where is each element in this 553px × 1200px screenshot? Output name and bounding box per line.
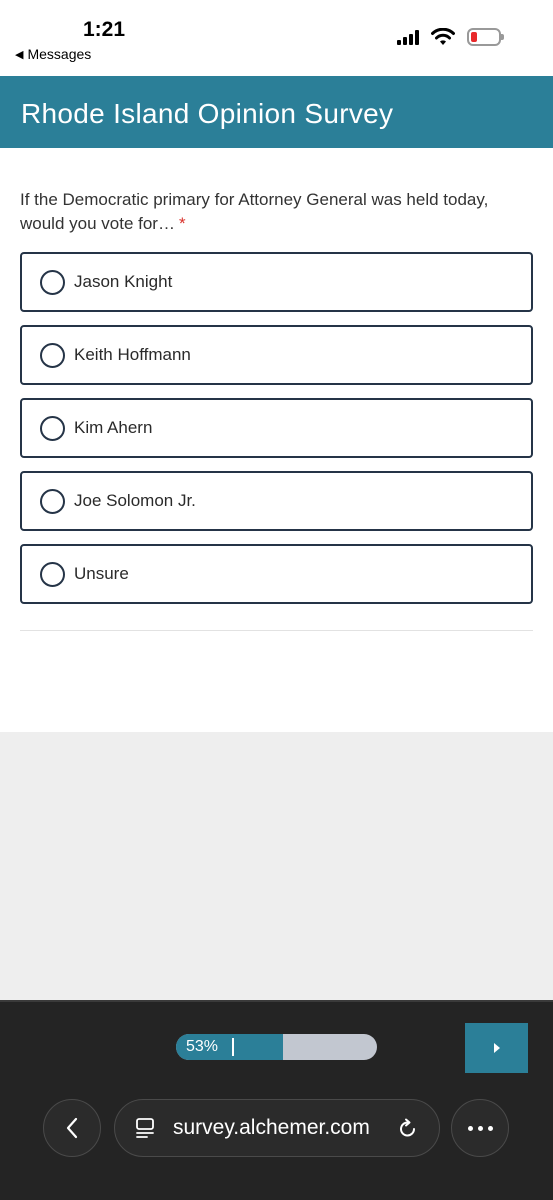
option-label: Unsure <box>74 564 129 583</box>
option-label: Jason Knight <box>74 272 173 291</box>
reload-icon[interactable] <box>397 1118 419 1140</box>
next-button[interactable] <box>465 1023 528 1073</box>
option-label: Keith Hoffmann <box>74 345 191 364</box>
cellular-signal-icon <box>397 29 419 45</box>
option-label: Joe Solomon Jr. <box>74 491 196 510</box>
chevron-left-icon <box>66 1117 78 1139</box>
progress-caret <box>232 1038 234 1056</box>
status-bar: 1:21 ◀ Messages <box>0 0 553 76</box>
next-arrow-icon <box>493 1043 500 1053</box>
question-panel: If the Democratic primary for Attorney G… <box>0 148 553 732</box>
back-to-messages[interactable]: ◀ Messages <box>15 46 91 62</box>
url-text: survey.alchemer.com <box>173 1116 370 1139</box>
browser-bottom-bar: 53% survey.alchemer.com <box>0 1000 553 1200</box>
progress-label: 53% <box>186 1038 219 1055</box>
option-joe-solomon-jr[interactable]: Joe Solomon Jr. <box>20 471 533 531</box>
radio-button[interactable] <box>40 269 65 295</box>
survey-header: Rhode Island Opinion Survey <box>0 76 553 148</box>
radio-button[interactable] <box>40 488 65 514</box>
battery-icon <box>467 28 504 46</box>
back-label: Messages <box>27 46 92 62</box>
option-keith-hoffmann[interactable]: Keith Hoffmann <box>20 325 533 385</box>
status-time: 1:21 <box>83 18 126 41</box>
question-text: If the Democratic primary for Attorney G… <box>20 188 532 236</box>
option-jason-knight[interactable]: Jason Knight <box>20 252 533 312</box>
option-kim-ahern[interactable]: Kim Ahern <box>20 398 533 458</box>
required-marker: * <box>178 214 186 233</box>
tabs-icon[interactable] <box>135 1117 155 1139</box>
radio-button[interactable] <box>40 342 65 368</box>
status-icons <box>397 28 504 46</box>
option-unsure[interactable]: Unsure <box>20 544 533 604</box>
wifi-icon <box>431 28 455 45</box>
answer-options: Jason Knight Keith Hoffmann Kim Ahern Jo… <box>20 252 533 617</box>
question-label: If the Democratic primary for Attorney G… <box>20 190 489 233</box>
back-triangle-icon: ◀ <box>15 48 24 61</box>
radio-button[interactable] <box>40 561 65 587</box>
progress-bar: 53% <box>176 1034 377 1060</box>
divider <box>20 630 533 631</box>
address-bar[interactable]: survey.alchemer.com <box>114 1099 440 1157</box>
survey-title: Rhode Island Opinion Survey <box>21 98 394 129</box>
radio-button[interactable] <box>40 415 65 441</box>
option-label: Kim Ahern <box>74 418 153 437</box>
more-icon <box>467 1125 473 1131</box>
browser-back-button[interactable] <box>43 1099 101 1157</box>
more-button[interactable] <box>451 1099 509 1157</box>
